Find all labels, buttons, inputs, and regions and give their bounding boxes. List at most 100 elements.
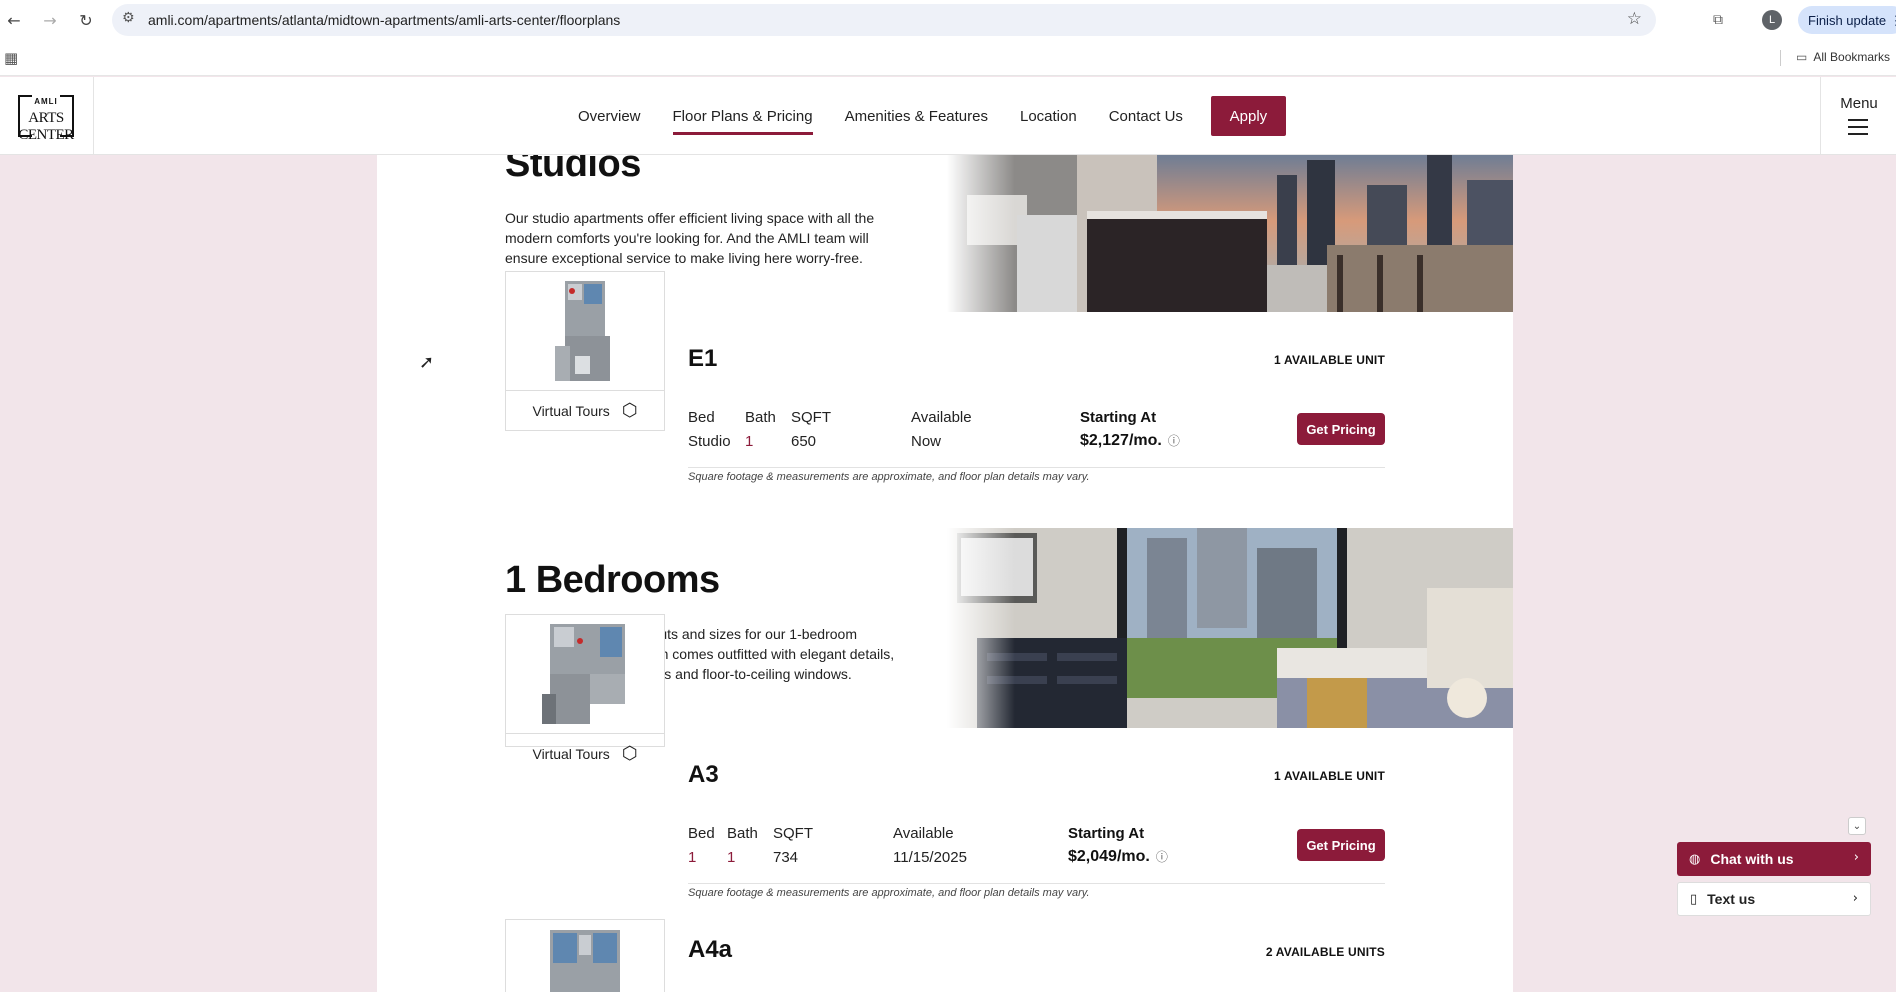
floorplans-content: Studios Our studio apartments offer effi… [377,155,1513,992]
plan-a4a-available-units: 2 AVAILABLE UNITS [1265,945,1385,959]
plan-a4a-image[interactable] [506,920,664,992]
browser-toolbar: ← → ↻ ⚙ amli.com/apartments/atlanta/midt… [0,0,1896,40]
studios-heading: Studios [505,155,641,185]
virtual-tours-label: Virtual Tours [532,402,610,419]
bedroom-photo [947,528,1513,728]
virtual-tours-e1[interactable]: Virtual Tours ⬡ [506,390,664,430]
sqft-label: SQFT [773,825,813,842]
reload-icon[interactable]: ↻ [74,8,98,32]
help-circle-icon[interactable]: ⓘ [1168,434,1180,448]
back-icon[interactable]: ← [2,8,26,32]
virtual-tours-label: Virtual Tours [532,745,610,762]
one-bedrooms-heading: 1 Bedrooms [505,559,720,601]
starting-at-label: Starting At [1068,825,1145,842]
floorplan-a4a-graphic [550,930,620,992]
studios-description: Our studio apartments offer efficient li… [505,210,875,266]
lens-search-icon[interactable]: ⧉ [1706,8,1730,32]
plan-a3-card[interactable]: Virtual Tours ⬡ [505,614,665,764]
floorplan-a3-graphic [542,624,625,724]
nav-overview[interactable]: Overview [578,102,641,131]
apply-button[interactable]: Apply [1210,96,1286,136]
profile-avatar[interactable]: L [1762,10,1782,30]
help-circle-icon[interactable]: ⓘ [1156,850,1168,864]
plan-e1-price: $2,127/mo. ⓘ [1080,432,1180,450]
plan-a4a-card[interactable] [505,919,665,992]
folder-icon: ▭ [1796,50,1808,64]
plan-a3-sqft: 734 [773,849,799,866]
plan-a3-available-units: 1 AVAILABLE UNIT [1274,769,1385,783]
studio-kitchen-photo [947,155,1513,312]
plan-e1-card[interactable]: Virtual Tours ⬡ [505,271,665,431]
available-label: Available [911,409,972,426]
plan-a3-price: $2,049/mo. ⓘ [1068,848,1168,866]
url-text[interactable]: amli.com/apartments/atlanta/midtown-apar… [148,12,620,28]
apps-grid-icon[interactable]: ▦ [4,49,18,67]
finish-update-button[interactable]: Finish update ⋮ [1798,6,1896,34]
plan-e1-bath: 1 [745,433,754,450]
mouse-cursor-icon: ➚ [419,352,435,373]
site-info-icon[interactable]: ⚙ [122,10,135,26]
bed-label: Bed [688,409,715,426]
nav-floor-plans-pricing[interactable]: Floor Plans & Pricing [672,102,813,135]
bath-label: Bath [727,825,758,842]
cube-icon: ⬡ [621,743,638,764]
plan-a3-bed: 1 [688,849,697,866]
bookmarks-bar: ▦ ▭ All Bookmarks [0,40,1896,76]
plan-a3-name: A3 [688,761,719,788]
chevron-right-icon: › [1853,850,1859,865]
logo-text-small: AMLI [34,97,58,106]
all-bookmarks-label: All Bookmarks [1813,50,1891,64]
plan-e1-sqft: 650 [791,433,817,450]
menu-button[interactable]: Menu [1820,77,1896,155]
hamburger-icon [1848,119,1868,135]
plan-a4a-name: A4a [688,936,733,963]
sqft-label: SQFT [791,409,831,426]
plan-e1-price-value: $2,127/mo. [1080,432,1162,449]
nav-location[interactable]: Location [1020,102,1077,131]
plan-e1-divider [688,467,1385,468]
chat-with-us-label: Chat with us [1710,851,1794,867]
phone-icon: ▯ [1690,891,1698,907]
address-bar[interactable]: ⚙ amli.com/apartments/atlanta/midtown-ap… [112,4,1656,36]
plan-a3-price-value: $2,049/mo. [1068,848,1150,865]
main-nav: Overview Floor Plans & Pricing Amenities… [578,77,1286,155]
forward-icon[interactable]: → [38,8,62,32]
finish-update-label: Finish update [1808,13,1887,28]
available-label: Available [893,825,954,842]
plan-a3-divider [688,883,1385,884]
text-us-button[interactable]: ▯ Text us › [1677,882,1871,916]
text-us-label: Text us [1707,891,1756,907]
plan-a3-available: 11/15/2025 [893,849,967,866]
logo-text-big: ARTS CENTER [18,110,74,143]
plan-a3-bath: 1 [727,849,736,866]
chevron-right-icon: › [1852,891,1858,906]
plan-a3-get-pricing-button[interactable]: Get Pricing [1297,829,1385,861]
chat-bubble-icon: ◍ [1689,851,1701,867]
plan-e1-get-pricing-button[interactable]: Get Pricing [1297,413,1385,445]
bath-label: Bath [745,409,776,426]
menu-label: Menu [1840,95,1878,112]
nav-amenities-features[interactable]: Amenities & Features [845,102,988,131]
plan-e1-image[interactable] [506,272,664,390]
plan-a3-image[interactable] [506,615,664,733]
bookmark-star-icon[interactable]: ☆ [1627,9,1642,29]
site-header: AMLI ARTS CENTER Overview Floor Plans & … [0,77,1896,155]
plan-e1-name: E1 [688,345,718,372]
plan-a3-disclaimer: Square footage & measurements are approx… [688,887,1090,899]
logo-mark: AMLI ARTS CENTER [6,93,86,143]
bookmarks-divider [1780,50,1781,66]
plan-e1-disclaimer: Square footage & measurements are approx… [688,471,1090,483]
nav-contact-us[interactable]: Contact Us [1109,102,1183,131]
site-logo[interactable]: AMLI ARTS CENTER [0,77,94,155]
all-bookmarks-button[interactable]: ▭ All Bookmarks [1796,50,1890,64]
floorplan-e1-graphic [555,281,610,381]
plan-e1-available-units: 1 AVAILABLE UNIT [1274,353,1385,367]
chevron-down-icon[interactable]: ⌄ [1848,817,1866,835]
bed-label: Bed [688,825,715,842]
starting-at-label: Starting At [1080,409,1157,426]
plan-e1-bed: Studio [688,433,731,450]
chat-with-us-button[interactable]: ◍ Chat with us › [1677,842,1871,876]
virtual-tours-a3[interactable]: Virtual Tours ⬡ [506,733,664,773]
cube-icon: ⬡ [621,400,638,421]
plan-e1-available: Now [911,433,942,450]
